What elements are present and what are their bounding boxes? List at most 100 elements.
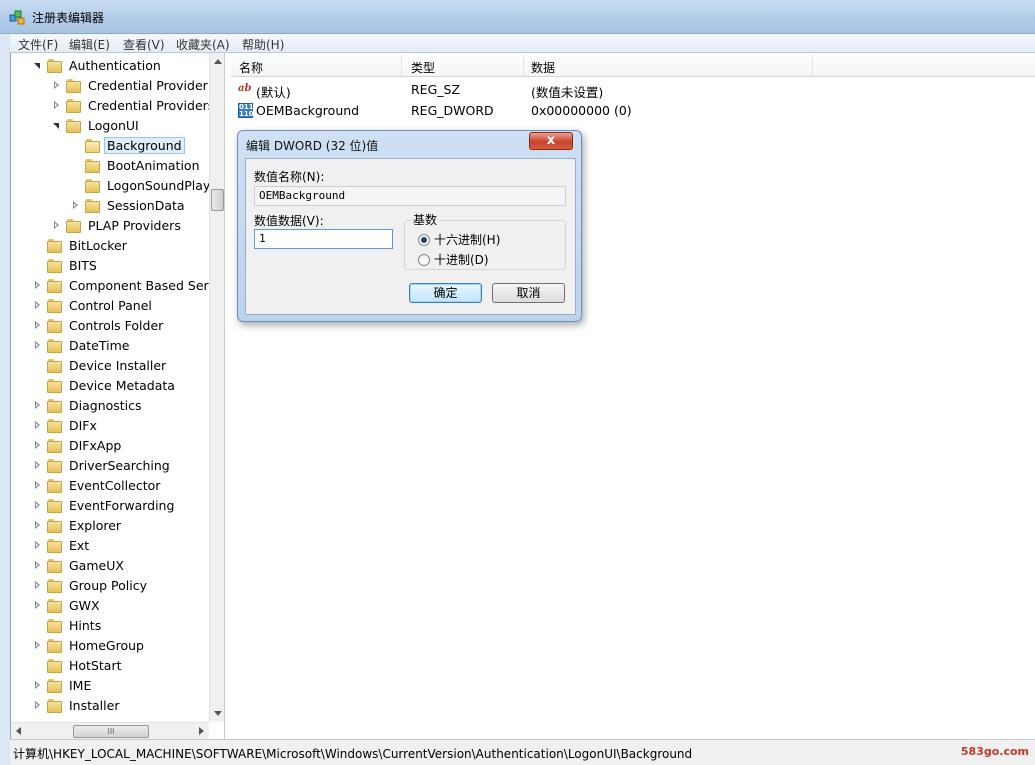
- tree-item[interactable]: DriverSearching: [33, 455, 173, 475]
- collapse-arrow-icon[interactable]: [33, 460, 43, 470]
- tree-item[interactable]: LogonUI: [52, 115, 142, 135]
- tree-item[interactable]: BitLocker: [33, 235, 130, 255]
- tree-item[interactable]: DateTime: [33, 335, 132, 355]
- menu-view[interactable]: 查看(V): [123, 36, 165, 53]
- cancel-button[interactable]: 取消: [492, 283, 565, 303]
- collapse-arrow-icon[interactable]: [33, 480, 43, 490]
- tree-item[interactable]: Controls Folder: [33, 315, 166, 335]
- ok-button[interactable]: 确定: [409, 283, 482, 303]
- decimal-radio[interactable]: 十进制(D): [418, 251, 489, 268]
- tree-item[interactable]: IME: [33, 675, 94, 695]
- tree-item[interactable]: Control Panel: [33, 295, 155, 315]
- collapse-arrow-icon[interactable]: [52, 220, 62, 230]
- collapse-arrow-icon[interactable]: [33, 400, 43, 410]
- tree-item[interactable]: Group Policy: [33, 575, 150, 595]
- radio-unselected-icon[interactable]: [418, 253, 430, 266]
- scroll-down-icon[interactable]: [214, 711, 222, 716]
- tree-item[interactable]: BootAnimation: [71, 155, 203, 175]
- tree-item-label: LogonUI: [88, 117, 139, 133]
- collapse-arrow-icon[interactable]: [33, 680, 43, 690]
- collapse-arrow-icon[interactable]: [33, 500, 43, 510]
- collapse-arrow-icon[interactable]: [33, 280, 43, 290]
- collapse-arrow-icon[interactable]: [33, 560, 43, 570]
- collapse-arrow-icon[interactable]: [33, 320, 43, 330]
- column-name-header[interactable]: 名称: [239, 59, 263, 76]
- tree-item-label: Explorer: [69, 517, 122, 533]
- folder-icon: [66, 118, 81, 133]
- tree-item-label: LogonSoundPlaye: [107, 177, 219, 193]
- folder-icon: [47, 278, 62, 293]
- tree-item[interactable]: EventForwarding: [33, 495, 177, 515]
- expand-arrow-icon[interactable]: [52, 120, 62, 130]
- tree-item[interactable]: EventCollector: [33, 475, 163, 495]
- collapse-arrow-icon[interactable]: [33, 600, 43, 610]
- tree-item[interactable]: Device Installer: [33, 355, 169, 375]
- title-bar: 注册表编辑器: [0, 0, 1035, 34]
- list-row[interactable]: ab (默认) REG_SZ (数值未设置): [231, 79, 1035, 100]
- list-row[interactable]: 011 110 OEMBackground REG_DWORD 0x0000000…: [231, 100, 1035, 120]
- tree-item[interactable]: SessionData: [71, 195, 188, 215]
- collapse-arrow-icon[interactable]: [33, 340, 43, 350]
- tree-item[interactable]: Diagnostics: [33, 395, 145, 415]
- collapse-arrow-icon[interactable]: [71, 200, 81, 210]
- tree-item[interactable]: LogonSoundPlaye: [71, 175, 221, 195]
- collapse-arrow-icon[interactable]: [33, 300, 43, 310]
- scroll-right-icon[interactable]: [199, 727, 204, 735]
- collapse-arrow-icon[interactable]: [33, 700, 43, 710]
- scroll-up-icon[interactable]: [214, 59, 222, 64]
- collapse-arrow-icon[interactable]: [33, 520, 43, 530]
- menu-help[interactable]: 帮助(H): [242, 36, 284, 53]
- tree-item[interactable]: Ext: [33, 535, 92, 555]
- collapse-arrow-icon[interactable]: [33, 420, 43, 430]
- collapse-arrow-icon[interactable]: [33, 580, 43, 590]
- value-data-input[interactable]: 1: [254, 229, 393, 249]
- folder-icon: [85, 138, 100, 153]
- value-name-field: OEMBackground: [254, 186, 566, 206]
- collapse-arrow-icon[interactable]: [33, 640, 43, 650]
- tree-item[interactable]: Device Metadata: [33, 375, 178, 395]
- tree-item[interactable]: GWX: [33, 595, 103, 615]
- tree-item[interactable]: PLAP Providers: [52, 215, 184, 235]
- tree-item[interactable]: DIFxApp: [33, 435, 124, 455]
- hscroll-thumb[interactable]: III: [73, 725, 149, 738]
- tree-item[interactable]: BITS: [33, 255, 100, 275]
- tree-item[interactable]: Installer: [33, 695, 122, 715]
- tree-item[interactable]: Credential Providers: [52, 95, 217, 115]
- tree-item-label: DIFxApp: [69, 437, 122, 453]
- tree-item-label: BootAnimation: [107, 157, 200, 173]
- tree-item-label: Component Based Servic: [69, 277, 225, 293]
- tree-item-label: GameUX: [69, 557, 124, 573]
- column-data-header[interactable]: 数据: [531, 59, 555, 76]
- menu-edit[interactable]: 编辑(E): [69, 36, 110, 53]
- tree-item[interactable]: Credential Provider F: [52, 75, 222, 95]
- tree-item[interactable]: HomeGroup: [33, 635, 147, 655]
- collapse-arrow-icon[interactable]: [33, 440, 43, 450]
- scroll-left-icon[interactable]: [16, 727, 21, 735]
- tree-item[interactable]: GameUX: [33, 555, 127, 575]
- collapse-arrow-icon[interactable]: [52, 80, 62, 90]
- base-label: 基数: [411, 211, 440, 228]
- dialog-close-button[interactable]: x: [529, 132, 573, 150]
- tree-item[interactable]: Component Based Servic: [33, 275, 225, 295]
- tree-item[interactable]: Hints: [33, 615, 104, 635]
- folder-icon: [47, 418, 62, 433]
- window-title: 注册表编辑器: [32, 11, 105, 25]
- expand-arrow-icon[interactable]: [33, 60, 43, 70]
- tree-item[interactable]: Background: [71, 135, 185, 155]
- collapse-arrow-icon[interactable]: [33, 540, 43, 550]
- tree-item[interactable]: Authentication: [33, 55, 164, 75]
- tree-item[interactable]: HotStart: [33, 655, 124, 675]
- tree-item[interactable]: DIFx: [33, 415, 100, 435]
- tree-item[interactable]: Explorer: [33, 515, 124, 535]
- hex-radio[interactable]: 十六进制(H): [418, 231, 500, 248]
- collapse-arrow-icon[interactable]: [52, 100, 62, 110]
- tree-horizontal-scrollbar[interactable]: III: [11, 722, 209, 739]
- radio-selected-icon[interactable]: [418, 233, 430, 246]
- tree-item-label: GWX: [69, 597, 100, 613]
- column-type-header[interactable]: 类型: [411, 59, 435, 76]
- menu-favorites[interactable]: 收藏夹(A): [176, 36, 230, 53]
- tree-vertical-scrollbar[interactable]: [209, 53, 224, 722]
- scroll-thumb[interactable]: [211, 189, 224, 211]
- menu-file[interactable]: 文件(F): [18, 36, 58, 53]
